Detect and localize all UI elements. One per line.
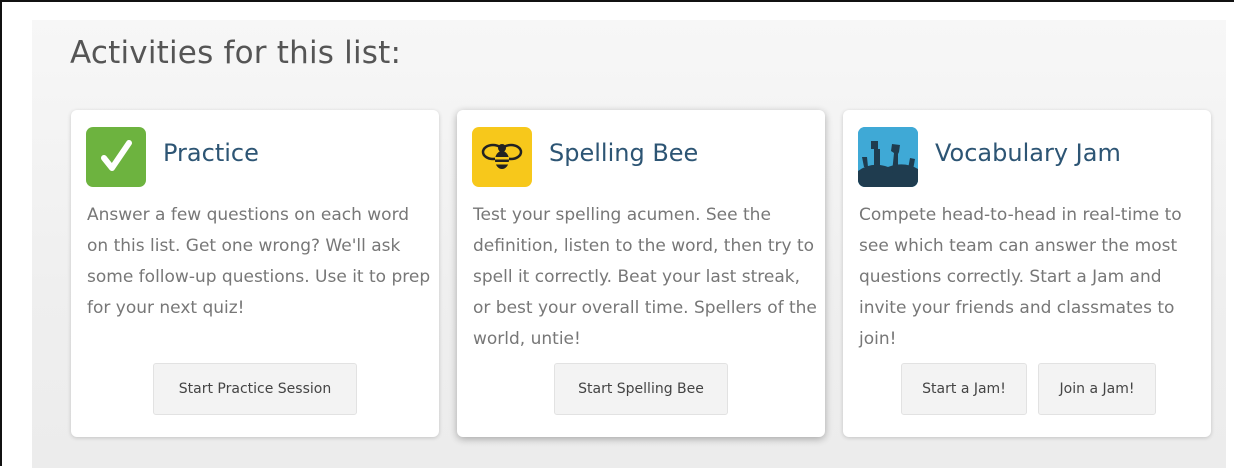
vocabulary-jam-card: Vocabulary Jam Compete head-to-head in r… — [843, 110, 1211, 437]
start-spelling-bee-button[interactable]: Start Spelling Bee — [554, 363, 728, 415]
start-practice-button[interactable]: Start Practice Session — [153, 363, 357, 415]
window-frame: Activities for this list: Practice Answe… — [0, 0, 1234, 468]
practice-card: Practice Answer a few questions on each … — [71, 110, 439, 437]
start-jam-button[interactable]: Start a Jam! — [901, 363, 1027, 415]
vocabulary-jam-description: Compete head-to-head in real-time to see… — [859, 205, 1182, 349]
spelling-bee-description: Test your spelling acumen. See the defin… — [473, 205, 817, 349]
page-title: Activities for this list: — [70, 35, 402, 71]
spelling-bee-card: Spelling Bee Test your spelling acumen. … — [457, 110, 825, 437]
bee-icon — [472, 127, 532, 187]
join-jam-button[interactable]: Join a Jam! — [1038, 363, 1156, 415]
practice-title[interactable]: Practice — [163, 139, 259, 167]
activities-panel: Activities for this list: Practice Answe… — [32, 20, 1226, 468]
vocabulary-jam-title[interactable]: Vocabulary Jam — [935, 139, 1121, 167]
spelling-bee-title[interactable]: Spelling Bee — [549, 139, 698, 167]
checkmark-icon — [86, 127, 146, 187]
practice-description: Answer a few questions on each word on t… — [87, 205, 431, 318]
jam-hands-icon — [858, 127, 918, 187]
